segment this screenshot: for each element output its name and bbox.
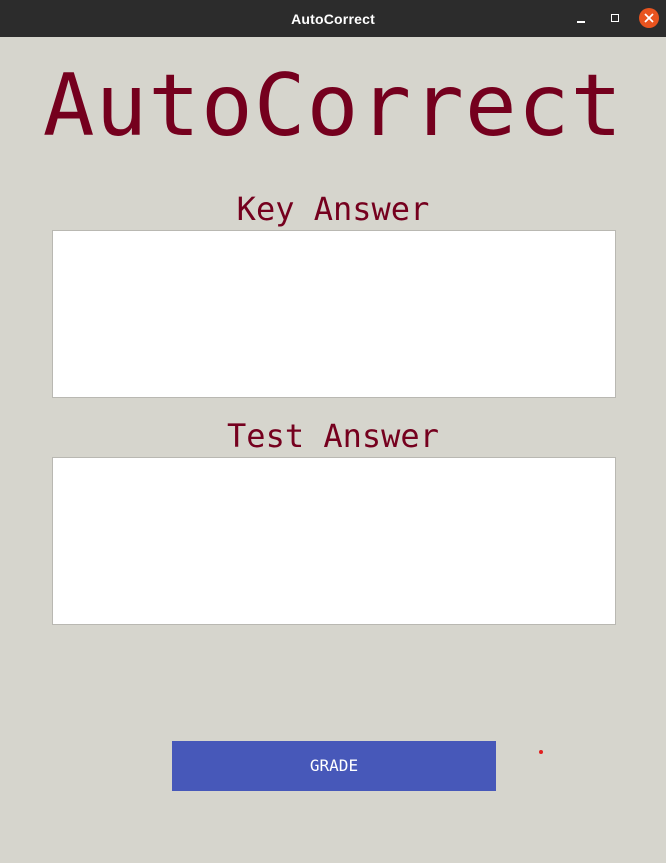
app-window: AutoCorrect AutoCorrect Key Answer Test … bbox=[0, 0, 666, 863]
key-answer-input[interactable] bbox=[52, 230, 616, 398]
window-title: AutoCorrect bbox=[291, 11, 375, 27]
test-answer-input[interactable] bbox=[52, 457, 616, 625]
minimize-icon[interactable] bbox=[571, 8, 591, 28]
key-answer-label: Key Answer bbox=[236, 190, 430, 228]
maximize-icon[interactable] bbox=[605, 8, 625, 28]
app-heading: AutoCorrect bbox=[42, 56, 624, 156]
grade-button[interactable]: GRADE bbox=[172, 741, 496, 791]
title-bar[interactable]: AutoCorrect bbox=[0, 0, 666, 37]
close-icon[interactable] bbox=[639, 8, 659, 28]
mouse-cursor-dot bbox=[539, 750, 543, 754]
test-answer-label: Test Answer bbox=[227, 417, 439, 455]
